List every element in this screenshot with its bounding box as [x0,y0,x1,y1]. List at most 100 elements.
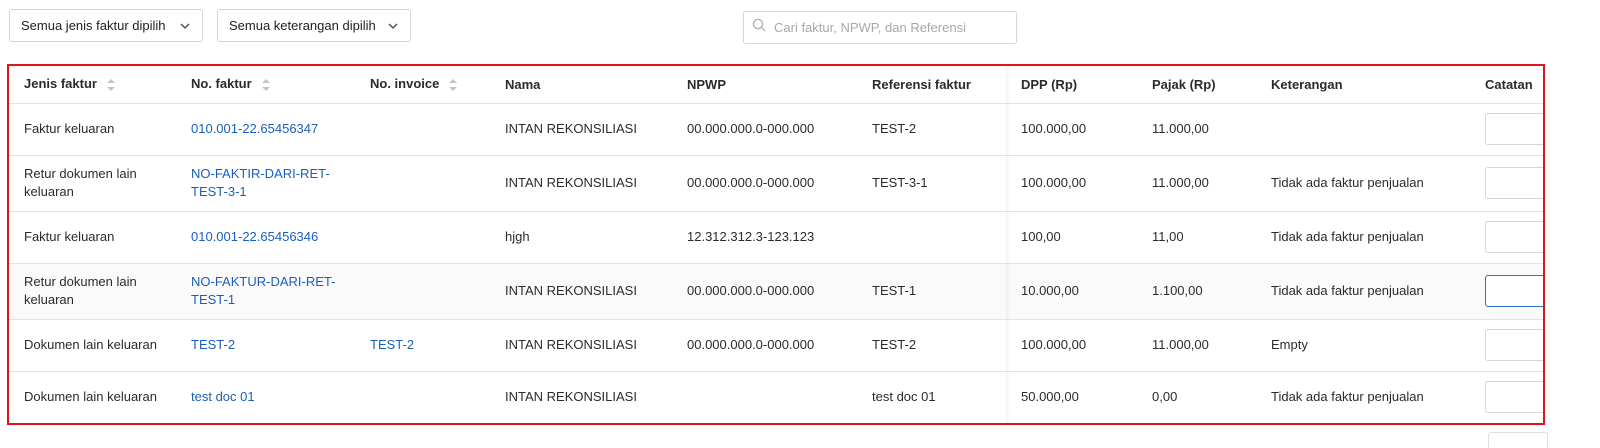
table-row[interactable]: Retur dokumen lain keluaran NO-FAKTUR-DA… [9,263,1543,319]
cell-keterangan [1256,103,1470,155]
cell-catatan [1470,211,1543,263]
cell-npwp: 00.000.000.0-000.000 [687,283,815,298]
sort-icon[interactable] [449,78,458,92]
cell-npwp [672,371,857,423]
description-filter-label: Semua keterangan dipilih [229,18,376,33]
cell-catatan [1470,371,1543,423]
cell-referensi [857,211,1006,263]
invoice-table: Jenis faktur No. faktur No. invoice Nama… [9,66,1543,423]
table-header-row: Jenis faktur No. faktur No. invoice Nama… [9,66,1543,103]
cell-catatan [1470,103,1543,155]
note-input[interactable] [1485,275,1543,307]
cell-npwp: 00.000.000.0-000.000 [687,121,815,136]
cell-dpp: 100.000,00 [1006,103,1137,155]
cell-catatan [1470,155,1543,211]
cell-no-invoice-link[interactable] [355,371,490,423]
cell-nama: INTAN REKONSILIASI [505,283,637,298]
cell-no-faktur-link[interactable]: NO-FAKTIR-DARI-RET-TEST-3-1 [176,155,355,211]
search-icon [752,18,766,37]
col-header-jenis[interactable]: Jenis faktur [9,66,176,103]
cell-keterangan: Empty [1271,337,1308,352]
cell-jenis: Faktur keluaran [24,229,115,244]
cell-no-invoice-link[interactable] [355,263,490,319]
cell-no-invoice-link[interactable] [355,103,490,155]
note-input[interactable] [1485,381,1543,413]
cell-nama: INTAN REKONSILIASI [505,121,637,136]
search-box[interactable] [743,11,1017,44]
note-input[interactable] [1485,113,1543,145]
note-input[interactable] [1485,329,1543,361]
cell-dpp: 50.000,00 [1006,371,1137,423]
cell-no-faktur-link[interactable]: NO-FAKTUR-DARI-RET-TEST-1 [176,263,355,319]
cell-dpp: 100,00 [1006,211,1137,263]
chevron-down-icon [179,20,191,32]
invoice-table-container: Jenis faktur No. faktur No. invoice Nama… [7,64,1545,425]
table-row[interactable]: Dokumen lain keluaran test doc 01 INTAN … [9,371,1543,423]
col-header-no-invoice-label: No. invoice [370,76,440,92]
cell-no-invoice-link[interactable] [355,211,490,263]
filter-toolbar: Semua jenis faktur dipilih Semua keteran… [0,0,1600,60]
sort-icon[interactable] [106,78,115,92]
description-filter[interactable]: Semua keterangan dipilih [217,9,411,42]
table-row[interactable]: Dokumen lain keluaran TEST-2 TEST-2 INTA… [9,319,1543,371]
col-header-keterangan: Keterangan [1271,76,1343,92]
table-row[interactable]: Faktur keluaran 010.001-22.65456347 INTA… [9,103,1543,155]
cell-no-faktur-link[interactable]: test doc 01 [176,371,355,423]
col-header-no-faktur[interactable]: No. faktur [176,66,355,103]
col-header-jenis-label: Jenis faktur [24,76,97,92]
cell-nama: INTAN REKONSILIASI [505,389,637,404]
cell-pajak: 0,00 [1152,389,1178,404]
col-header-nama: Nama [505,76,541,92]
cell-npwp: 00.000.000.0-000.000 [687,337,815,352]
col-header-no-faktur-label: No. faktur [191,76,252,92]
cell-no-faktur-link[interactable]: 010.001-22.65456347 [176,103,355,155]
cell-nama: INTAN REKONSILIASI [505,337,637,352]
cell-referensi: test doc 01 [872,389,936,404]
note-input[interactable] [1488,432,1548,448]
cell-keterangan: Tidak ada faktur penjualan [1271,283,1424,298]
cell-keterangan: Tidak ada faktur penjualan [1271,229,1424,244]
col-header-dpp: DPP (Rp) [1006,66,1137,103]
cell-catatan [1470,319,1543,371]
cell-no-invoice-link[interactable]: TEST-2 [355,319,490,371]
cell-referensi: TEST-2 [872,121,917,136]
cell-jenis: Retur dokumen lain keluaran [24,166,137,199]
cell-catatan [1470,263,1543,319]
cell-keterangan: Tidak ada faktur penjualan [1271,175,1424,190]
cell-referensi: TEST-1 [872,283,917,298]
cell-npwp: 12.312.312.3-123.123 [687,229,815,244]
col-header-pajak: Pajak (Rp) [1152,76,1216,92]
cell-dpp: 100.000,00 [1006,319,1137,371]
cell-npwp: 00.000.000.0-000.000 [687,175,815,190]
cell-nama: INTAN REKONSILIASI [505,175,637,190]
chevron-down-icon [387,20,399,32]
cell-jenis: Dokumen lain keluaran [24,389,157,404]
search-input[interactable] [774,20,1016,35]
col-header-no-invoice[interactable]: No. invoice [355,66,490,103]
cell-referensi: TEST-3-1 [872,175,928,190]
cell-jenis: Faktur keluaran [24,121,115,136]
cell-referensi: TEST-2 [872,337,917,352]
cell-jenis: Retur dokumen lain keluaran [24,274,137,307]
cell-no-faktur-link[interactable]: TEST-2 [176,319,355,371]
cell-nama: hjgh [505,229,530,244]
cell-no-invoice-link[interactable] [355,155,490,211]
note-input[interactable] [1485,221,1543,253]
invoice-type-filter-label: Semua jenis faktur dipilih [21,18,166,33]
cell-no-faktur-link[interactable]: 010.001-22.65456346 [176,211,355,263]
invoice-type-filter[interactable]: Semua jenis faktur dipilih [9,9,203,42]
cell-dpp: 100.000,00 [1006,155,1137,211]
note-input[interactable] [1485,167,1543,199]
cell-dpp: 10.000,00 [1006,263,1137,319]
cell-pajak: 11,00 [1152,229,1184,244]
table-row[interactable]: Retur dokumen lain keluaran NO-FAKTIR-DA… [9,155,1543,211]
col-header-referensi: Referensi faktur [872,76,971,92]
table-row[interactable]: Faktur keluaran 010.001-22.65456346 hjgh… [9,211,1543,263]
cell-pajak: 11.000,00 [1152,121,1209,136]
cell-pajak: 11.000,00 [1152,175,1209,190]
sort-icon[interactable] [261,78,270,92]
cell-pajak: 1.100,00 [1152,283,1203,298]
cell-jenis: Dokumen lain keluaran [24,337,157,352]
col-header-npwp: NPWP [687,76,726,92]
cell-pajak: 11.000,00 [1152,337,1209,352]
